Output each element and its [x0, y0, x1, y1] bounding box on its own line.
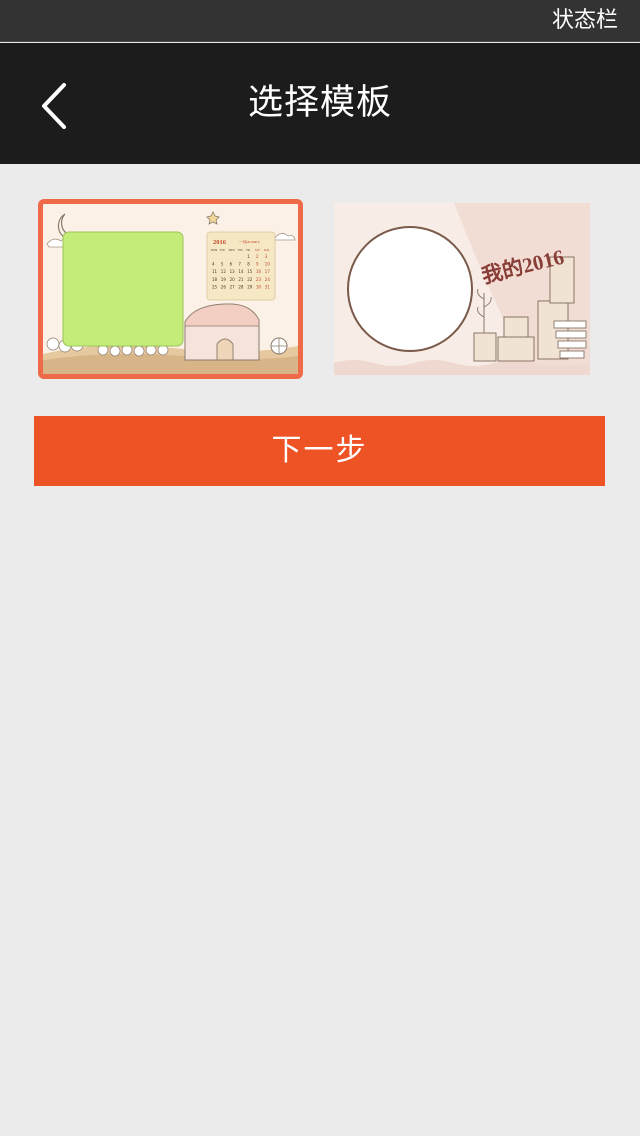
calendar-weekday-header: WED — [229, 248, 235, 252]
calendar-day: 13 — [230, 269, 236, 274]
calendar-day: 24 — [265, 277, 271, 282]
calendar-day: 10 — [265, 262, 271, 267]
calendar-day: 27 — [230, 284, 236, 289]
calendar-day: 21 — [238, 277, 244, 282]
calendar-day: 22 — [247, 277, 253, 282]
calendar-day: 30 — [256, 284, 262, 289]
page-title: 选择模板 — [247, 83, 392, 123]
calendar-day: 29 — [247, 284, 253, 289]
calendar-day: 25 — [212, 284, 218, 289]
calendar-weekday-header: SAT — [255, 248, 260, 252]
calendar-day: 12 — [221, 269, 227, 274]
status-bar-label: 状态栏 — [551, 8, 618, 33]
calendar-day: 16 — [256, 269, 262, 274]
calendar-day: 31 — [265, 284, 271, 289]
template-list: 2016 一月January MON TUE WED THU FRI SAT SUN 1 2 3 4… — [38, 199, 598, 381]
next-step-button[interactable]: 下一步 — [34, 416, 605, 486]
template-preview-my2016: 我的2016 — [334, 203, 590, 375]
navigation-bar: 选择模板 — [0, 43, 640, 164]
calendar-day: 20 — [230, 277, 236, 282]
calendar-weekday-header: FRI — [246, 248, 250, 252]
calendar-day: 19 — [221, 277, 227, 282]
calendar-day: 17 — [265, 269, 271, 274]
calendar-day: 6 — [230, 262, 233, 267]
template-preview-calendar: 2016 一月January MON TUE WED THU FRI SAT SUN1 2 34… — [43, 204, 298, 374]
calendar-day: 7 — [238, 262, 241, 267]
calendar-day: 15 — [247, 269, 253, 274]
template-card-my2016[interactable]: 我的2016 — [334, 203, 590, 375]
status-bar: 状态栏 — [0, 0, 640, 42]
calendar-day: 26 — [221, 284, 227, 289]
calendar-day: 28 — [238, 284, 244, 289]
calendar-day: 5 — [221, 262, 224, 267]
template-card-calendar[interactable]: 2016 一月January MON TUE WED THU FRI SAT SUN 1 2 3 4… — [38, 199, 303, 379]
calendar-day: 14 — [238, 269, 244, 274]
calendar-day: 11 — [212, 269, 218, 274]
calendar-day: 23 — [256, 277, 262, 282]
calendar-month: 一月January — [239, 239, 261, 244]
calendar-day: 18 — [212, 277, 218, 282]
calendar-weekday-header: SUN — [264, 248, 270, 252]
calendar-year: 2016 — [213, 239, 227, 246]
calendar-day: 3 — [265, 254, 268, 259]
calendar-weekday-header: MON — [211, 248, 217, 252]
calendar-weekday-header: THU — [237, 248, 243, 252]
calendar-weekday-header: TUE — [220, 248, 225, 252]
